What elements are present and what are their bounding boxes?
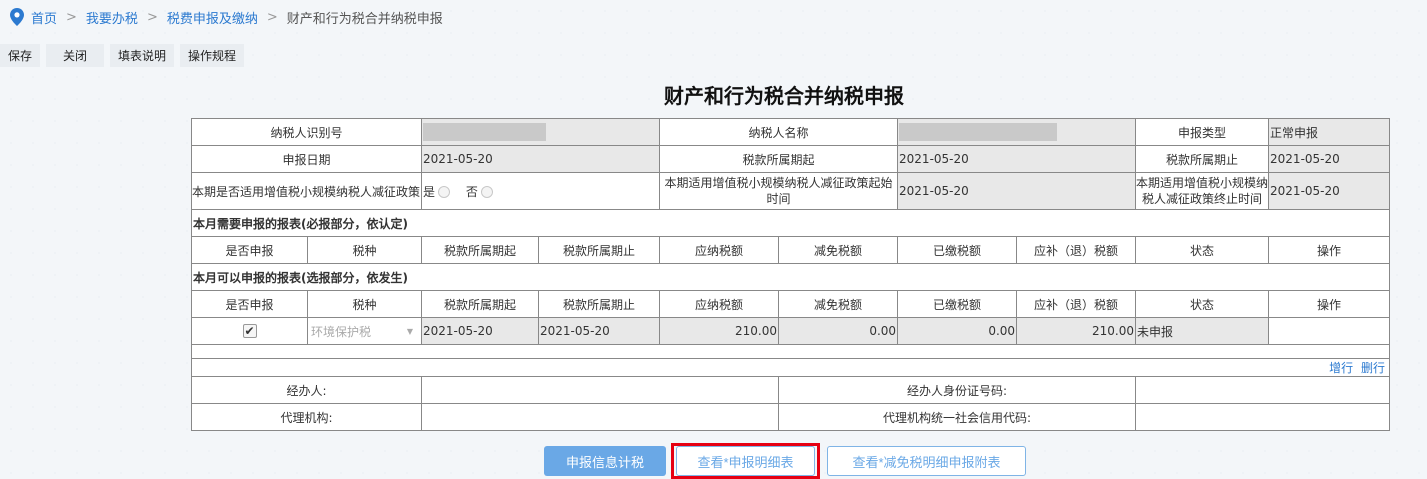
policy-end-value: 2021-05-20 [1268,172,1391,210]
toolbar: 保存 关闭 填表说明 操作规程 [0,44,245,67]
column-header: 操作 [1268,290,1391,318]
column-header: 税款所属期起 [421,236,540,264]
policy-yes-radio[interactable] [438,186,451,198]
row-tax-due: 210.00 [1016,317,1137,345]
tax-type-value: 环境保护税 [311,324,372,339]
taxpayer-name-label: 纳税人名称 [659,118,899,146]
handler-id-label: 经办人身份证号码: [778,376,1137,404]
agency-input[interactable] [421,403,780,431]
column-header: 状态 [1135,236,1270,264]
declare-cell: ✔ [191,317,308,345]
declare-type-value: 正常申报 [1268,118,1391,146]
view-detail-button[interactable]: 查看*申报明细表 [676,446,815,476]
policy-no-radio[interactable] [480,186,493,198]
policy-start-value: 2021-05-20 [897,172,1137,210]
policy-label: 本期是否适用增值税小规模纳税人减征政策 [190,172,423,210]
column-header: 状态 [1135,290,1270,318]
breadcrumb-tax-link[interactable]: 我要办税 [86,8,138,27]
policy-start-label: 本期适用增值税小规模纳税人减征政策起始时间 [659,172,899,210]
row-status: 未申报 [1135,317,1270,345]
column-header: 减免税额 [778,236,899,264]
column-header: 应纳税额 [659,236,780,264]
view-reduction-button[interactable]: 查看*减免税明细申报附表 [827,446,1026,476]
column-header: 税款所属期起 [421,290,540,318]
close-button[interactable]: 关闭 [46,44,105,67]
column-header: 税款所属期止 [538,236,661,264]
column-header: 操作 [1268,236,1391,264]
breadcrumb-separator: > [66,9,77,25]
breadcrumb-home-link[interactable]: 首页 [31,8,57,27]
policy-end-label: 本期适用增值税小规模纳税人减征政策终止时间 [1135,172,1270,210]
row-actions: 增行 删行 [190,358,1391,377]
breadcrumb-current: 财产和行为税合并纳税申报 [286,11,443,27]
taxpayer-id-label: 纳税人识别号 [190,118,423,146]
period-start-value: 2021-05-20 [897,145,1137,173]
policy-yes-label: 是 [423,184,436,199]
breadcrumb-separator: > [266,9,278,25]
spacer-row [190,344,1391,359]
column-header: 税种 [306,290,423,318]
period-end-value: 2021-05-20 [1268,145,1391,173]
optional-section-heading: 本月可以申报的报表(选报部分，依发生) [190,263,1391,291]
caret-down-icon: ▼ [406,326,414,336]
column-header: 是否申报 [191,290,308,318]
declare-date-label: 申报日期 [190,145,423,173]
column-header: 税种 [306,236,423,264]
table-row: ✔ 环境保护税 ▼ 2021-05-20 2021-05-20 210.00 0.… [191,317,1391,345]
policy-no-label: 否 [465,184,478,199]
redacted-block [899,123,1058,141]
agency-credit-label: 代理机构统一社会信用代码: [778,403,1137,431]
column-header: 已缴税额 [897,236,1018,264]
column-header: 应纳税额 [659,290,780,318]
column-header: 已缴税额 [897,290,1018,318]
breadcrumb: 首页 > 我要办税 > 税费申报及缴纳 > 财产和行为税合并纳税申报 [10,6,443,28]
row-period-end: 2021-05-20 [538,317,661,345]
declaration-form: 纳税人识别号 纳税人名称 申报类型 正常申报 申报日期 2021-05-20 税… [190,118,1391,431]
location-pin-icon [10,8,24,26]
row-period-start: 2021-05-20 [421,317,540,345]
handler-id-input[interactable] [1135,376,1391,404]
procedure-button[interactable]: 操作规程 [180,44,245,67]
row-operation [1268,317,1391,345]
row-tax-reduction: 0.00 [778,317,899,345]
save-button[interactable]: 保存 [0,44,41,67]
column-header: 税款所属期止 [538,290,661,318]
period-end-label: 税款所属期止 [1135,145,1270,173]
taxpayer-name-field[interactable] [897,118,1137,146]
handler-input[interactable] [421,376,780,404]
page-title: 财产和行为税合并纳税申报 [664,84,904,108]
taxpayer-id-field[interactable] [421,118,661,146]
column-header: 应补（退）税额 [1016,290,1137,318]
tax-type-select[interactable]: 环境保护税 ▼ [306,317,423,345]
breadcrumb-declare-link[interactable]: 税费申报及缴纳 [167,8,258,27]
calculate-tax-button[interactable]: 申报信息计税 [544,446,666,476]
required-section-heading: 本月需要申报的报表(必报部分，依认定) [190,209,1391,237]
column-header: 减免税额 [778,290,899,318]
declare-type-label: 申报类型 [1135,118,1270,146]
column-header: 是否申报 [191,236,308,264]
declare-date-value: 2021-05-20 [421,145,661,173]
agency-label: 代理机构: [190,403,423,431]
policy-radio-group: 是 否 [421,172,661,210]
breadcrumb-separator: > [146,9,158,25]
declare-checkbox[interactable]: ✔ [242,324,257,339]
period-start-label: 税款所属期起 [659,145,899,173]
column-header: 应补（退）税额 [1016,236,1137,264]
row-tax-payable: 210.00 [659,317,780,345]
redacted-block [423,123,547,141]
row-tax-paid: 0.00 [897,317,1018,345]
instructions-button[interactable]: 填表说明 [110,44,175,67]
agency-credit-input[interactable] [1135,403,1391,431]
delete-row-link[interactable]: 删行 [1361,361,1385,375]
add-row-link[interactable]: 增行 [1329,361,1353,375]
handler-label: 经办人: [190,376,423,404]
